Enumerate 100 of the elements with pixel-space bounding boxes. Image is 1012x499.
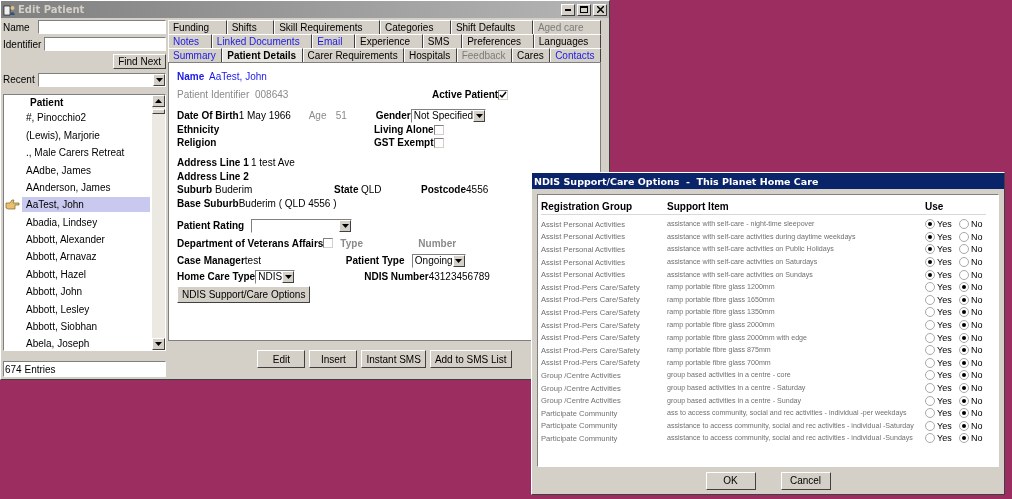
- scroll-thumb[interactable]: [152, 109, 165, 115]
- patient-item[interactable]: Abbott, Hazel: [22, 266, 150, 282]
- tab[interactable]: Shift Defaults: [450, 20, 533, 34]
- radio-button[interactable]: [959, 370, 969, 381]
- radio-label[interactable]: No: [971, 320, 991, 331]
- scroll-down-button[interactable]: [152, 338, 165, 351]
- radio-label[interactable]: Yes: [937, 320, 957, 331]
- radio-button[interactable]: [925, 420, 935, 431]
- action-button[interactable]: Edit: [257, 350, 306, 368]
- patient-item[interactable]: Abela, Joseph: [22, 336, 150, 352]
- radio-button[interactable]: [925, 370, 935, 381]
- radio-button[interactable]: [959, 307, 969, 318]
- tab[interactable]: Skill Requirements: [274, 20, 381, 34]
- radio-button[interactable]: [959, 395, 969, 406]
- action-button[interactable]: Instant SMS: [361, 350, 426, 368]
- radio-label[interactable]: Yes: [937, 433, 957, 444]
- radio-label[interactable]: No: [971, 257, 991, 268]
- radio-button[interactable]: [959, 332, 969, 343]
- radio-label[interactable]: Yes: [937, 269, 957, 280]
- radio-label[interactable]: Yes: [937, 231, 957, 242]
- radio-button[interactable]: [959, 433, 969, 444]
- radio-button[interactable]: [925, 231, 935, 242]
- radio-button[interactable]: [925, 332, 935, 343]
- tab[interactable]: SMS: [422, 34, 463, 48]
- patient-item[interactable]: #, Pinocchio2: [22, 110, 150, 126]
- radio-button[interactable]: [925, 433, 935, 444]
- radio-button[interactable]: [925, 244, 935, 255]
- radio-label[interactable]: No: [971, 433, 991, 444]
- tab[interactable]: Email: [312, 34, 356, 48]
- radio-button[interactable]: [925, 408, 935, 419]
- tab[interactable]: Hospitals: [404, 48, 457, 62]
- radio-button[interactable]: [959, 269, 969, 280]
- radio-label[interactable]: No: [971, 345, 991, 356]
- tab[interactable]: Summary: [168, 48, 223, 62]
- radio-label[interactable]: Yes: [937, 244, 957, 255]
- tab[interactable]: Preferences: [462, 34, 534, 48]
- dialog-button[interactable]: Cancel: [780, 471, 831, 490]
- living-alone-checkbox[interactable]: [434, 124, 444, 135]
- radio-label[interactable]: Yes: [937, 383, 957, 393]
- radio-label[interactable]: Yes: [937, 219, 957, 230]
- radio-label[interactable]: No: [971, 307, 991, 318]
- radio-label[interactable]: Yes: [937, 294, 957, 305]
- radio-label[interactable]: Yes: [937, 357, 957, 368]
- gst-exempt-checkbox[interactable]: [434, 137, 444, 148]
- active-checkbox[interactable]: [498, 89, 509, 100]
- radio-button[interactable]: [959, 231, 969, 242]
- radio-label[interactable]: Yes: [937, 307, 957, 318]
- identifier-field[interactable]: [44, 37, 166, 52]
- close-button[interactable]: [593, 3, 607, 16]
- radio-button[interactable]: [959, 282, 969, 293]
- radio-label[interactable]: No: [971, 370, 991, 381]
- radio-label[interactable]: No: [971, 420, 991, 431]
- patient-item[interactable]: (Lewis), Marjorie: [22, 127, 150, 143]
- recent-dropdown[interactable]: [38, 72, 166, 87]
- action-button[interactable]: Insert: [309, 350, 358, 368]
- radio-label[interactable]: No: [971, 219, 991, 230]
- radio-button[interactable]: [925, 294, 935, 305]
- patient-item[interactable]: Abbott, Arnavaz: [22, 249, 150, 265]
- radio-button[interactable]: [925, 282, 935, 293]
- radio-button[interactable]: [925, 257, 935, 268]
- tab[interactable]: Carer Requirements: [302, 48, 405, 62]
- radio-button[interactable]: [959, 219, 969, 230]
- maximize-button[interactable]: [577, 3, 591, 16]
- dva-checkbox[interactable]: [323, 237, 334, 248]
- radio-label[interactable]: No: [971, 395, 991, 406]
- patient-item[interactable]: Abadia, Lindsey: [22, 214, 150, 230]
- radio-button[interactable]: [959, 383, 969, 393]
- scrollbar[interactable]: [152, 95, 165, 351]
- radio-label[interactable]: No: [971, 269, 991, 280]
- radio-button[interactable]: [925, 320, 935, 331]
- radio-label[interactable]: No: [971, 294, 991, 305]
- patient-item[interactable]: Abbott, Alexander: [22, 232, 150, 248]
- ndis-options-button[interactable]: NDIS Support/Care Options: [177, 286, 311, 303]
- radio-label[interactable]: No: [971, 282, 991, 293]
- patient-item[interactable]: AaTest, John: [22, 197, 150, 213]
- radio-button[interactable]: [959, 345, 969, 356]
- radio-label[interactable]: No: [971, 357, 991, 368]
- tab[interactable]: Shifts: [226, 20, 275, 34]
- tab[interactable]: Contacts: [550, 48, 602, 62]
- radio-button[interactable]: [959, 408, 969, 419]
- tab[interactable]: Linked Documents: [211, 34, 313, 48]
- patient-type-dropdown[interactable]: Ongoing: [411, 253, 466, 268]
- tab[interactable]: Notes: [168, 34, 212, 48]
- patient-item[interactable]: Abbott, John: [22, 284, 150, 300]
- radio-label[interactable]: Yes: [937, 282, 957, 293]
- radio-label[interactable]: Yes: [937, 345, 957, 356]
- radio-button[interactable]: [925, 383, 935, 393]
- radio-label[interactable]: Yes: [937, 395, 957, 406]
- patient-item[interactable]: ., Male Carers Retreat: [22, 145, 150, 161]
- dialog-button[interactable]: OK: [705, 471, 756, 490]
- radio-label[interactable]: No: [971, 408, 991, 419]
- minimize-button[interactable]: [561, 3, 575, 16]
- radio-label[interactable]: Yes: [937, 370, 957, 381]
- radio-button[interactable]: [959, 294, 969, 305]
- radio-button[interactable]: [959, 257, 969, 268]
- radio-button[interactable]: [959, 357, 969, 368]
- radio-label[interactable]: Yes: [937, 408, 957, 419]
- action-button[interactable]: Add to SMS List: [429, 350, 512, 368]
- home-care-dropdown[interactable]: NDIS: [255, 269, 296, 284]
- radio-button[interactable]: [925, 307, 935, 318]
